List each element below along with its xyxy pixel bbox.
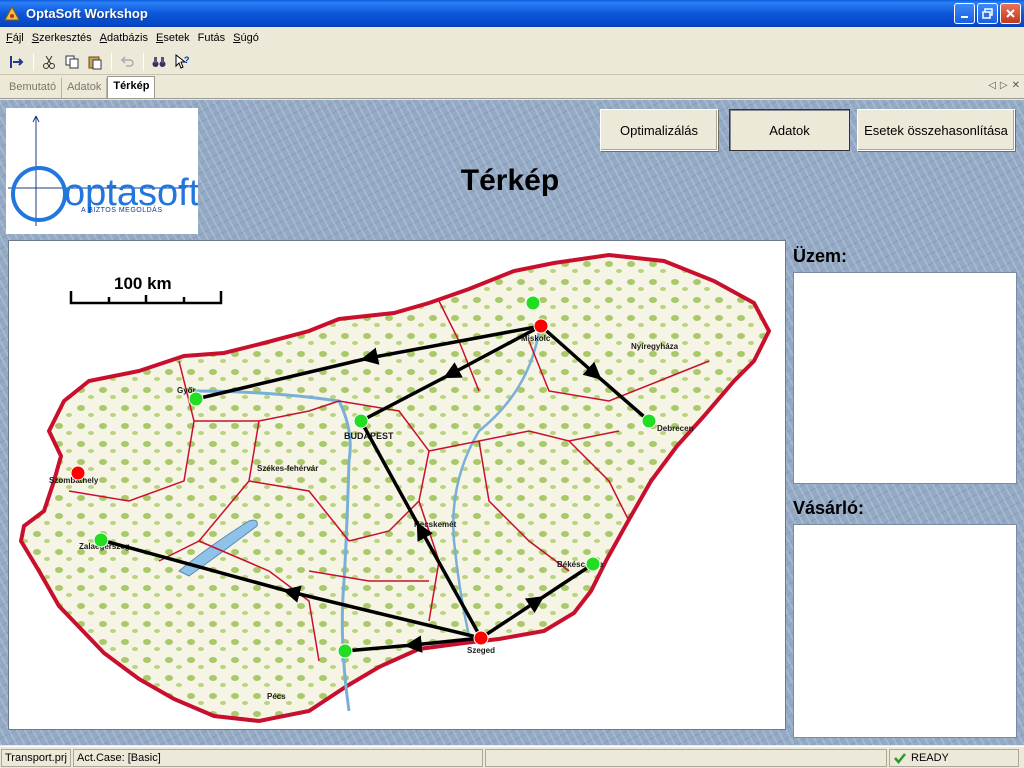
buyer-panel-label: Vásárló: [793, 498, 865, 518]
close-icon [1006, 9, 1015, 18]
customer-node-gyor[interactable] [188, 391, 204, 407]
customer-node-bekescsaba[interactable] [585, 556, 601, 572]
restore-button[interactable] [977, 3, 998, 24]
paste-button[interactable] [84, 51, 106, 73]
optasoft-logo: optasoft A BIZTOS MEGOLDÁS [6, 108, 200, 234]
menu-edit[interactable]: Szerkesztés [28, 30, 96, 46]
status-case: Act.Case: [Basic] [73, 748, 483, 767]
close-button[interactable] [1000, 3, 1021, 24]
page-title: Térkép [460, 164, 560, 197]
title-bar: OptaSoft Workshop [0, 0, 1024, 27]
copy-icon [65, 55, 79, 68]
optimize-button[interactable]: Optimalizálás [600, 109, 718, 151]
svg-text:?: ? [184, 55, 190, 65]
app-icon [4, 5, 20, 22]
customer-node-zalaegerszeg[interactable] [93, 532, 109, 548]
tab-demo[interactable]: Bemutató [4, 78, 63, 98]
hungary-map[interactable]: 100 km BUDAPEST Debrecen Nyíregyháza Mis… [9, 241, 786, 730]
toolbar-separator [111, 52, 112, 71]
plant-node-szombathely[interactable] [70, 465, 86, 481]
restore-icon [982, 8, 993, 19]
map-panel[interactable]: 100 km BUDAPEST Debrecen Nyíregyháza Mis… [8, 240, 786, 730]
menu-file[interactable]: Fájl [2, 30, 28, 46]
tab-map[interactable]: Térkép [107, 76, 156, 98]
undo-icon [120, 55, 134, 67]
status-state: READY [889, 748, 1019, 767]
country-shape [18, 252, 772, 724]
run-button[interactable] [6, 51, 28, 73]
menu-run[interactable]: Futás [194, 30, 230, 46]
scale-bar: 100 km [69, 274, 223, 305]
cut-icon [43, 55, 55, 69]
scale-label: 100 km [114, 274, 172, 293]
buyer-info-box [793, 524, 1017, 738]
run-icon [10, 55, 24, 68]
menu-cases[interactable]: Esetek [152, 30, 194, 46]
city-label-nyiregyhaza: Nyíregyháza [631, 342, 679, 351]
logo-tagline: A BIZTOS MEGOLDÁS [81, 205, 163, 214]
copy-button[interactable] [61, 51, 83, 73]
city-label-pecs: Pécs [267, 692, 286, 701]
tab-bar: Bemutató Adatok Térkép ◁ ▷ ✕ [0, 76, 1024, 99]
undo-button[interactable] [116, 51, 138, 73]
menu-help[interactable]: Súgó [229, 30, 263, 46]
toolbar: ? [0, 49, 1024, 75]
paste-icon [88, 56, 102, 69]
city-label-szeged: Szeged [467, 646, 495, 655]
toolbar-separator [143, 52, 144, 71]
menu-bar: Fájl Szerkesztés Adatbázis Esetek Futás … [0, 27, 1024, 49]
minimize-button[interactable] [954, 3, 975, 24]
tab-scroll-right-icon[interactable]: ▷ [1000, 80, 1008, 91]
plant-info-box [793, 272, 1017, 484]
city-label-debrecen: Debrecen [657, 424, 694, 433]
data-button[interactable]: Adatok [729, 109, 850, 151]
customer-node-pecs[interactable] [337, 643, 353, 659]
find-button[interactable] [148, 51, 170, 73]
window-title: OptaSoft Workshop [26, 6, 148, 21]
context-help-button[interactable]: ? [171, 51, 193, 73]
help-pointer-icon: ? [175, 53, 190, 69]
menu-database[interactable]: Adatbázis [96, 30, 152, 46]
status-empty [485, 748, 887, 767]
toolbar-separator [33, 52, 34, 71]
status-bar: Transport.prj Act.Case: [Basic] READY [0, 746, 1024, 768]
map-view: optasoft A BIZTOS MEGOLDÁS Térkép Optima… [0, 100, 1024, 745]
status-state-label: READY [911, 751, 949, 764]
minimize-icon [961, 16, 968, 18]
plant-panel-label: Üzem: [793, 246, 848, 266]
binoculars-icon [152, 56, 166, 67]
tab-scroll-left-icon[interactable]: ◁ [988, 80, 996, 91]
customer-node-debrecen[interactable] [641, 413, 657, 429]
checkmark-icon [894, 752, 906, 764]
customer-node-miskolc-north[interactable] [525, 295, 541, 311]
cut-button[interactable] [38, 51, 60, 73]
compare-cases-button[interactable]: Esetek összehasonlítása [857, 109, 1015, 151]
status-project: Transport.prj [1, 748, 71, 767]
plant-node-miskolc[interactable] [533, 318, 549, 334]
plant-node-szeged[interactable] [473, 630, 489, 646]
tab-data[interactable]: Adatok [62, 78, 108, 98]
city-label-szekesfehervar: Székes-fehérvár [257, 464, 318, 473]
tab-close-icon[interactable]: ✕ [1012, 80, 1020, 91]
customer-node-budapest[interactable] [353, 413, 369, 429]
